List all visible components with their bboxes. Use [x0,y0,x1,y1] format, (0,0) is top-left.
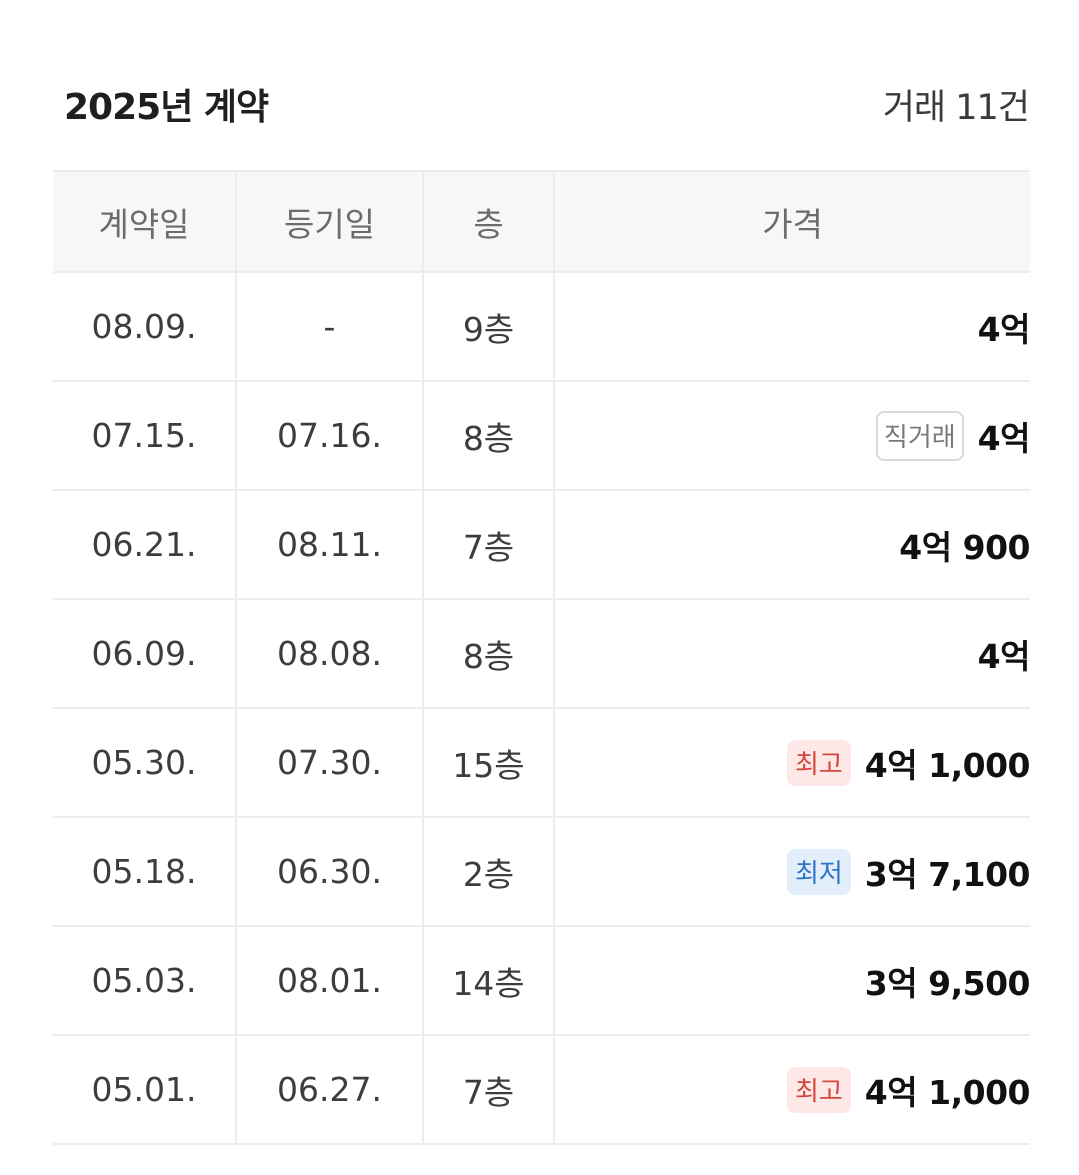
table-header-row: 계약일 등기일 층 가격 [53,170,1030,273]
price-cell: 최저 3억 7,100 [554,817,1031,927]
floor-cell: 7층 [423,1035,555,1145]
floor-cell: 8층 [423,599,555,709]
column-header-contract-date: 계약일 [53,170,237,273]
registry-date-cell: - [236,272,424,382]
floor-cell: 15층 [423,708,555,818]
price-value: 3억 9,500 [864,963,1031,1003]
table-row[interactable]: 05.18. 06.30. 2층 최저 3억 7,100 [53,817,1031,927]
registry-date-cell: 07.16. [236,381,424,491]
contract-date-cell: 05.30. [53,708,237,818]
contract-date-cell: 05.18. [53,817,237,927]
price-cell: 4억 [554,599,1031,709]
table-row[interactable]: 08.09. -9층 4억 [53,272,1031,382]
contract-date-cell: 05.01. [53,1035,237,1145]
high-badge: 최고 [786,1066,851,1113]
price-value: 3억 7,100 [864,854,1031,894]
high-badge: 최고 [786,739,851,786]
contract-date-cell: 06.21. [53,490,237,600]
floor-cell: 2층 [423,817,555,927]
contract-date-cell: 08.09. [53,272,237,382]
transaction-table: 계약일 등기일 층 가격 08.09. -9층 4억 07.15. 07.16. 8층 직거… [53,170,1031,1145]
price-cell: 직거래 4억 [554,381,1031,491]
table-row[interactable]: 05.03. 08.01. 14층 3억 9,500 [53,926,1031,1036]
contract-date-cell: 05.03. [53,926,237,1036]
floor-cell: 8층 [423,381,555,491]
contract-date-cell: 07.15. [53,381,237,491]
price-cell: 최고 4억 1,000 [554,708,1031,818]
registry-date-cell: 08.08. [236,599,424,709]
floor-cell: 9층 [423,272,555,382]
registry-date-cell: 06.27. [236,1035,424,1145]
price-value: 4억 [977,418,1031,458]
price-value: 4억 1,000 [864,745,1031,785]
price-cell: 4억 [554,272,1031,382]
price-value: 4억 [977,636,1031,676]
column-header-registry-date: 등기일 [236,170,424,273]
registry-date-cell: 08.01. [236,926,424,1036]
price-cell: 최고 4억 1,000 [554,1035,1031,1145]
floor-cell: 14층 [423,926,555,1036]
table-row[interactable]: 07.15. 07.16. 8층 직거래 4억 [53,381,1031,491]
price-cell: 3억 9,500 [554,926,1031,1036]
direct-badge: 직거래 [875,410,964,461]
price-value: 4억 [977,309,1031,349]
price-value: 4억 1,000 [864,1072,1031,1112]
floor-cell: 7층 [423,490,555,600]
section-title: 2025년 계약 [64,87,269,128]
registry-date-cell: 07.30. [236,708,424,818]
price-cell: 4억 900 [554,490,1030,600]
section-header: 2025년 계약 거래 11건 [64,78,1030,130]
price-value: 4억 900 [899,527,1030,567]
table-row[interactable]: 05.01. 06.27. 7층 최고 4억 1,000 [53,1035,1031,1145]
registry-date-cell: 08.11. [236,490,424,600]
table-row[interactable]: 06.09. 08.08. 8층 4억 [53,599,1031,709]
column-header-price: 가격 [554,170,1030,273]
table-row[interactable]: 06.21. 08.11. 7층 4억 900 [53,490,1030,600]
deal-count: 거래 11건 [882,87,1030,128]
table-row[interactable]: 05.30. 07.30. 15층 최고 4억 1,000 [53,708,1031,818]
low-badge: 최저 [786,848,851,895]
column-header-floor: 층 [423,170,555,273]
registry-date-cell: 06.30. [236,817,424,927]
contract-date-cell: 06.09. [53,599,237,709]
